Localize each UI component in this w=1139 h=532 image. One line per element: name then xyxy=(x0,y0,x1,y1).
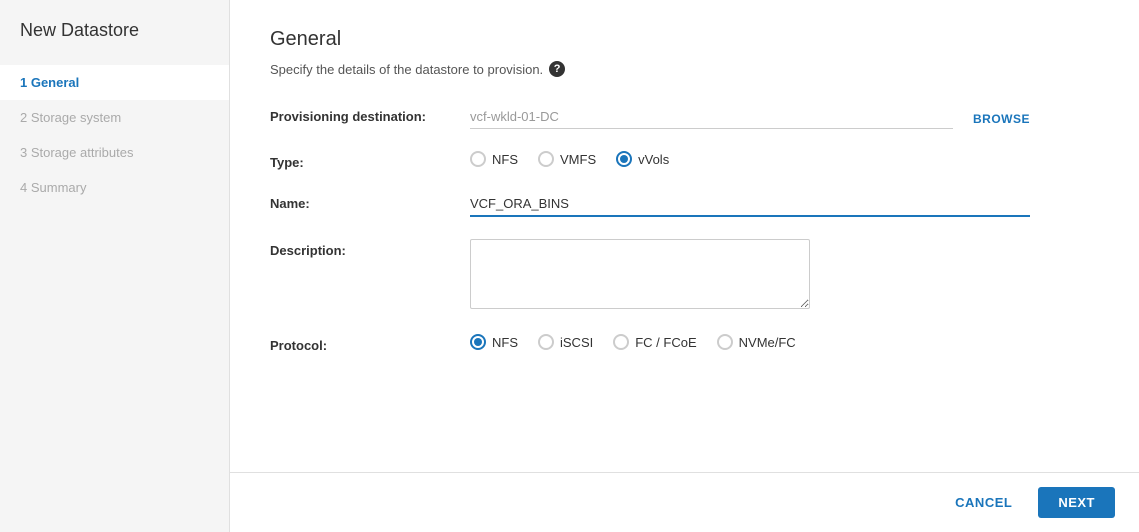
type-vmfs-radio[interactable] xyxy=(538,151,554,167)
protocol-radio-group: NFS iSCSI FC / FCoE NVMe/FC xyxy=(470,334,1030,350)
protocol-control: NFS iSCSI FC / FCoE NVMe/FC xyxy=(470,334,1030,350)
protocol-nvme-option[interactable]: NVMe/FC xyxy=(717,334,796,350)
protocol-nfs-option[interactable]: NFS xyxy=(470,334,518,350)
sidebar-item-storage-system: 2 Storage system xyxy=(0,100,229,135)
next-button[interactable]: NEXT xyxy=(1038,487,1115,518)
provisioning-destination-input[interactable] xyxy=(470,105,953,129)
protocol-label: Protocol: xyxy=(270,334,470,353)
sidebar-item-general[interactable]: 1 General xyxy=(0,65,229,100)
type-vmfs-option[interactable]: VMFS xyxy=(538,151,596,167)
description-row: Description: xyxy=(270,239,1099,312)
type-vvols-option[interactable]: vVols xyxy=(616,151,669,167)
protocol-iscsi-radio[interactable] xyxy=(538,334,554,350)
type-nfs-radio[interactable] xyxy=(470,151,486,167)
description-label: Description: xyxy=(270,239,470,258)
sidebar-item-summary: 4 Summary xyxy=(0,170,229,205)
help-icon[interactable]: ? xyxy=(549,61,565,77)
protocol-fcfcoe-option[interactable]: FC / FCoE xyxy=(613,334,696,350)
type-radio-group: NFS VMFS vVols xyxy=(470,151,1030,167)
protocol-fcfcoe-radio[interactable] xyxy=(613,334,629,350)
type-label: Type: xyxy=(270,151,470,170)
cancel-button[interactable]: CANCEL xyxy=(939,487,1028,518)
protocol-nfs-radio[interactable] xyxy=(470,334,486,350)
name-label: Name: xyxy=(270,192,470,211)
name-input[interactable] xyxy=(470,192,1030,217)
browse-button[interactable]: BROWSE xyxy=(973,108,1030,126)
name-row: Name: xyxy=(270,192,1099,217)
type-vvols-radio[interactable] xyxy=(616,151,632,167)
type-row: Type: NFS VMFS vVols xyxy=(270,151,1099,170)
provisioning-label: Provisioning destination: xyxy=(270,105,470,124)
provisioning-destination-row: Provisioning destination: BROWSE xyxy=(270,105,1099,129)
page-title: General xyxy=(270,28,1099,51)
subtitle: Specify the details of the datastore to … xyxy=(270,61,1099,77)
protocol-nvme-radio[interactable] xyxy=(717,334,733,350)
type-nfs-option[interactable]: NFS xyxy=(470,151,518,167)
name-control xyxy=(470,192,1030,217)
sidebar-title: New Datastore xyxy=(0,20,229,65)
sidebar: New Datastore 1 General 2 Storage system… xyxy=(0,0,230,532)
footer: CANCEL NEXT xyxy=(230,472,1139,532)
sidebar-item-storage-attributes: 3 Storage attributes xyxy=(0,135,229,170)
provisioning-control: BROWSE xyxy=(470,105,1030,129)
protocol-row: Protocol: NFS iSCSI FC / FCoE xyxy=(270,334,1099,353)
description-textarea[interactable] xyxy=(470,239,810,309)
type-control: NFS VMFS vVols xyxy=(470,151,1030,167)
description-control xyxy=(470,239,1030,312)
protocol-iscsi-option[interactable]: iSCSI xyxy=(538,334,593,350)
main-content: General Specify the details of the datas… xyxy=(230,0,1139,532)
